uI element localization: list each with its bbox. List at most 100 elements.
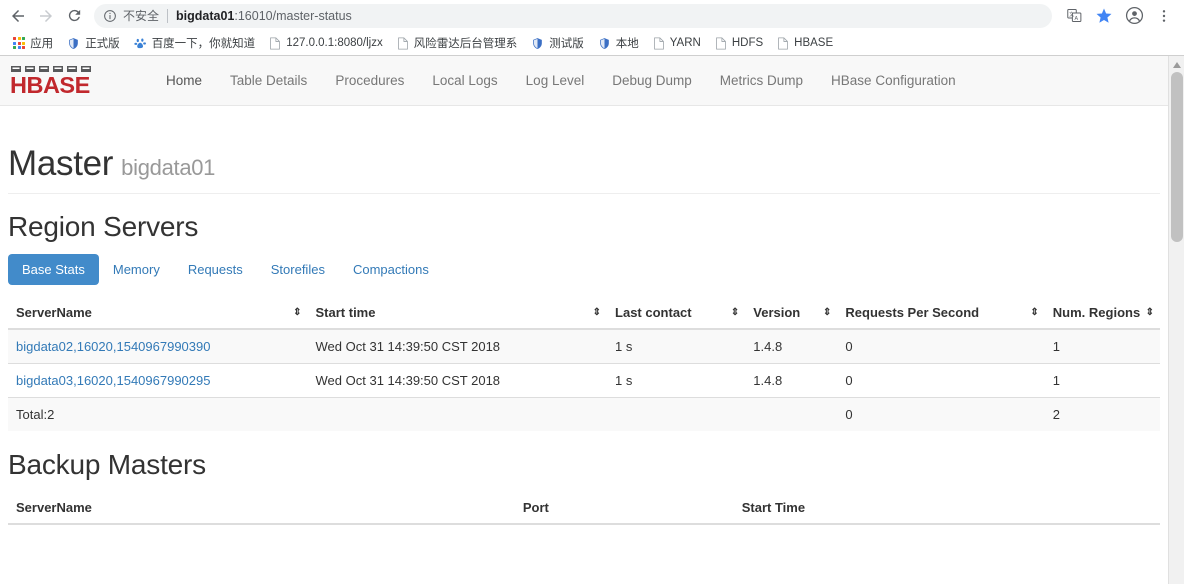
sort-updown-icon[interactable]: ⇕ (293, 307, 301, 318)
page-title-subtitle: bigdata01 (121, 155, 216, 180)
cell-total-requests-per-second: 0 (837, 397, 1045, 431)
tab-memory[interactable]: Memory (99, 254, 174, 285)
region-servers-thead: ServerName ⇕ Start time ⇕ Last contact ⇕ (8, 297, 1160, 330)
bookmark-127-0-0-1[interactable]: 127.0.0.1:8080/ljzx (262, 33, 390, 53)
bookmark-label: 正式版 (85, 38, 120, 50)
nav-link-hbase-configuration[interactable]: HBase Configuration (817, 56, 970, 106)
col-header-label: Num. Regions (1052, 305, 1141, 320)
profile-avatar-icon[interactable] (1120, 2, 1148, 30)
arrow-right-icon (37, 7, 55, 25)
backup-col-header-servername[interactable]: ServerName (8, 492, 515, 525)
nav-link-local-logs[interactable]: Local Logs (418, 56, 511, 106)
table-header-row: ServerName ⇕ Start time ⇕ Last contact ⇕ (8, 297, 1160, 330)
master-page-header: Master bigdata01 (8, 144, 1160, 194)
apps-grid-icon (13, 36, 26, 50)
backup-masters-thead: ServerName Port Start Time (8, 492, 1160, 525)
page-icon (715, 37, 727, 50)
server-link[interactable]: bigdata02,16020,1540967990390 (16, 339, 210, 354)
nav-link-metrics-dump[interactable]: Metrics Dump (706, 56, 817, 106)
page-icon (269, 37, 281, 50)
sort-updown-icon[interactable]: ⇕ (731, 307, 739, 318)
cell-total-version (745, 397, 838, 431)
col-header-servername[interactable]: ServerName ⇕ (8, 297, 308, 330)
forward-button[interactable] (32, 2, 60, 30)
back-button[interactable] (4, 2, 32, 30)
bookmark-label: 应用 (30, 38, 54, 50)
security-status-label: 不安全 (123, 9, 160, 23)
page-title-text: Master (8, 144, 114, 183)
omnibox-divider (167, 8, 169, 23)
scrollbar-thumb[interactable] (1171, 72, 1183, 242)
sort-updown-icon[interactable]: ⇕ (823, 307, 831, 318)
page-icon (653, 37, 665, 50)
bookmark-label: 本地 (615, 38, 639, 50)
col-header-starttime[interactable]: Start time ⇕ (307, 297, 608, 330)
toolbar-icon-group: 文 A (1058, 2, 1178, 30)
translate-icon[interactable]: 文 A (1060, 2, 1088, 30)
tab-base-stats[interactable]: Base Stats (8, 254, 99, 285)
col-header-label: Start time (315, 305, 376, 320)
col-header-version[interactable]: Version ⇕ (745, 297, 838, 330)
cell-servername: bigdata02,16020,1540967990390 (8, 328, 308, 364)
url-text[interactable]: bigdata01:16010/master-status (176, 9, 1042, 23)
cell-num-regions: 1 (1044, 328, 1160, 364)
page-scrollbar[interactable] (1168, 56, 1184, 584)
bookmark-apps[interactable]: 应用 (6, 33, 60, 53)
col-header-num-regions[interactable]: Num. Regions ⇕ (1044, 297, 1160, 330)
sort-updown-icon[interactable]: ⇕ (593, 307, 601, 318)
table-row: bigdata03,16020,1540967990295 Wed Oct 31… (8, 363, 1160, 398)
bookmark-zhengshiban[interactable]: 正式版 (60, 33, 127, 53)
reload-button[interactable] (60, 2, 88, 30)
region-servers-table: ServerName ⇕ Start time ⇕ Last contact ⇕ (8, 297, 1160, 431)
cell-version: 1.4.8 (745, 328, 838, 364)
tab-requests[interactable]: Requests (174, 254, 257, 285)
svg-text:A: A (1074, 16, 1078, 22)
scrollbar-up-arrow-icon[interactable] (1169, 58, 1184, 72)
apache-hbase-logo[interactable]: HBASE (10, 65, 130, 96)
shield-icon (531, 37, 544, 50)
bookmark-fengxianleida[interactable]: 风险雷达后台管理系 (390, 33, 525, 53)
bookmark-ceshiban[interactable]: 测试版 (524, 33, 591, 53)
browser-chrome: 不安全 bigdata01:16010/master-status 文 A 应用… (0, 0, 1184, 56)
table-total-row: Total:2 0 2 (8, 397, 1160, 431)
shield-icon (67, 37, 80, 50)
cell-lastcontact: 1 s (607, 328, 746, 364)
region-servers-title: Region Servers (8, 211, 199, 242)
backup-col-header-port[interactable]: Port (514, 492, 734, 525)
nav-link-procedures[interactable]: Procedures (321, 56, 418, 106)
backup-col-header-starttime[interactable]: Start Time (733, 492, 1160, 525)
shield-icon (598, 37, 611, 50)
bookmark-label: 测试版 (549, 38, 584, 50)
bookmarks-bar: 应用 正式版 百度一下，你就知道 127.0.0.1:8080/ljzx 风险雷… (0, 31, 1184, 55)
bookmark-star-icon[interactable] (1090, 2, 1118, 30)
server-link[interactable]: bigdata03,16020,1540967990295 (16, 373, 210, 388)
cell-requests-per-second: 0 (837, 328, 1045, 364)
cell-total-label: Total:2 (8, 397, 308, 431)
nav-link-log-level[interactable]: Log Level (512, 56, 599, 106)
bookmark-yarn[interactable]: YARN (646, 33, 708, 53)
nav-link-debug-dump[interactable]: Debug Dump (598, 56, 706, 106)
tab-compactions[interactable]: Compactions (339, 254, 443, 285)
region-servers-table-wrap: ServerName ⇕ Start time ⇕ Last contact ⇕ (8, 297, 1160, 431)
bookmark-baidu[interactable]: 百度一下，你就知道 (127, 33, 263, 53)
hbase-nav-links: Home Table Details Procedures Local Logs… (152, 56, 970, 106)
browser-toolbar: 不安全 bigdata01:16010/master-status 文 A (0, 0, 1184, 31)
cell-lastcontact: 1 s (607, 363, 746, 398)
sort-updown-icon[interactable]: ⇕ (1030, 307, 1038, 318)
col-header-lastcontact[interactable]: Last contact ⇕ (607, 297, 746, 330)
cell-version: 1.4.8 (745, 363, 838, 398)
bookmark-hdfs[interactable]: HDFS (708, 33, 770, 53)
cell-total-lastcontact (607, 397, 746, 431)
address-bar[interactable]: 不安全 bigdata01:16010/master-status (94, 3, 1052, 28)
sort-updown-icon[interactable]: ⇕ (1146, 307, 1154, 318)
bookmark-bendi[interactable]: 本地 (591, 33, 646, 53)
more-menu-icon[interactable] (1150, 2, 1178, 30)
col-header-requests-per-second[interactable]: Requests Per Second ⇕ (837, 297, 1045, 330)
bookmark-hbase[interactable]: HBASE (770, 33, 840, 53)
info-circle-icon[interactable] (103, 9, 117, 23)
page-icon (777, 37, 789, 50)
nav-link-home[interactable]: Home (152, 56, 216, 106)
tab-storefiles[interactable]: Storefiles (257, 254, 339, 285)
nav-link-table-details[interactable]: Table Details (216, 56, 321, 106)
cell-servername: bigdata03,16020,1540967990295 (8, 363, 308, 398)
